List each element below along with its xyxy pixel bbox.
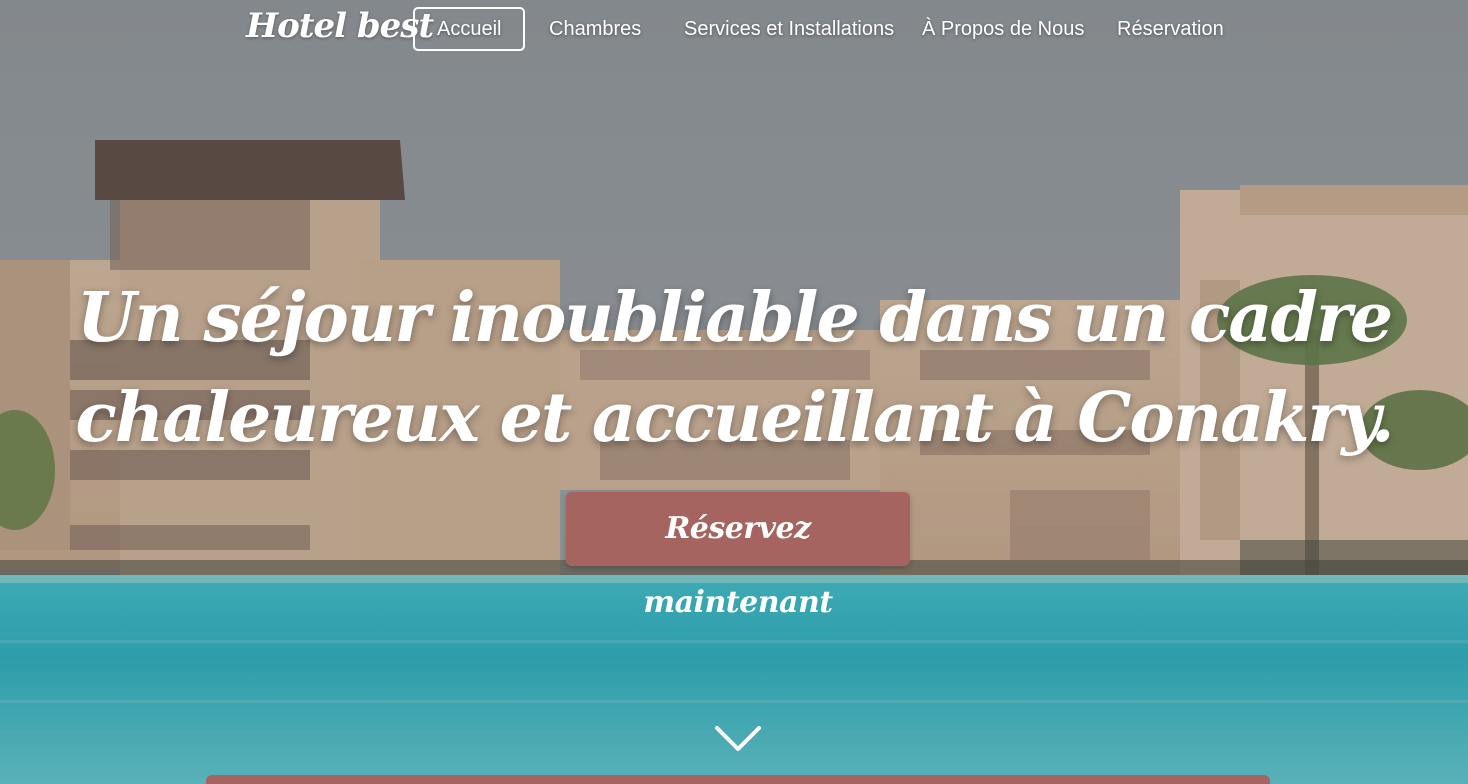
hero-headline-line-2: chaleureux et accueillant à Conakry.: [75, 378, 1394, 458]
nav-item-services[interactable]: Services et Installations: [684, 7, 894, 51]
section-bar: [206, 775, 1270, 784]
hero-headline-line-1: Un séjour inoubliable dans un cadre: [76, 278, 1393, 358]
brand-logo[interactable]: Hotel best: [246, 6, 434, 46]
nav-item-a-propos[interactable]: À Propos de Nous: [922, 7, 1084, 51]
chevron-down-icon[interactable]: [714, 724, 762, 754]
hero-headline: Un séjour inoubliable dans un cadre chal…: [0, 268, 1468, 468]
reserve-now-button[interactable]: Réservez maintenant: [566, 492, 910, 620]
top-navbar: Hotel best Accueil Chambres Services et …: [0, 0, 1468, 60]
nav-item-accueil[interactable]: Accueil: [413, 7, 526, 51]
nav-item-chambres[interactable]: Chambres: [549, 7, 641, 51]
nav-item-reservation[interactable]: Réservation: [1117, 7, 1224, 51]
